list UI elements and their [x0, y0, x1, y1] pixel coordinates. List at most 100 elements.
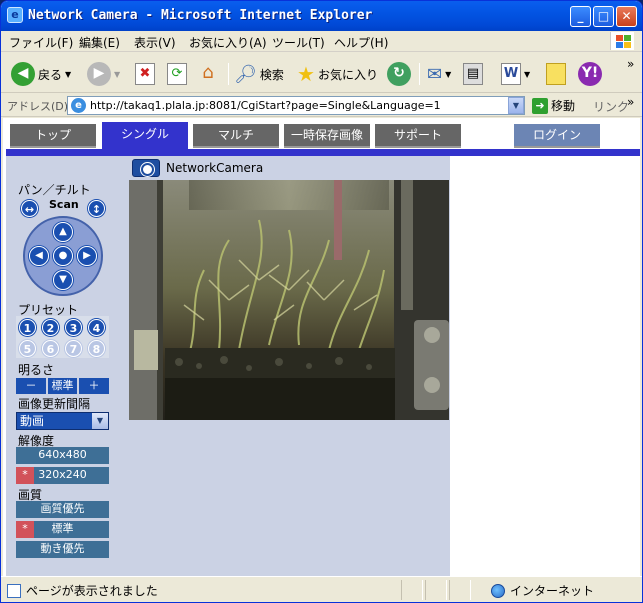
home-position-button[interactable]: ●	[53, 246, 73, 266]
menu-help[interactable]: ヘルプ(H)	[334, 34, 388, 51]
brightness-controls: － 標準 ＋	[16, 378, 109, 394]
tab-single[interactable]: シングル	[102, 122, 188, 150]
status-cell	[425, 580, 447, 600]
minimize-button[interactable]: _	[570, 6, 591, 27]
nav-tabs: トップ シングル マルチ 一時保存画像 サポート ログイン	[3, 118, 640, 158]
preset-5-button[interactable]: 5	[19, 340, 36, 357]
tab-underline	[6, 149, 640, 156]
ie-app-icon: e	[7, 7, 23, 23]
standard-toolbar: ◀ 戻る ▼ ▶ ▼ ✖ ⟳ ⌂ 🔎︎ 検索 ★ お気に入り ↻ ✉ ▼ ▤ W…	[1, 53, 642, 93]
search-icon: 🔎︎	[234, 63, 257, 85]
brightness-standard-button[interactable]: 標準	[48, 378, 77, 394]
camera-icon	[132, 159, 160, 177]
quality-option-label: 画質優先	[40, 502, 85, 515]
preset-1-button[interactable]: 1	[19, 319, 36, 336]
windows-logo-icon	[610, 32, 634, 50]
status-text: ページが表示されました	[26, 584, 158, 598]
menu-view[interactable]: 表示(V)	[134, 34, 176, 51]
forward-dropdown-icon: ▼	[114, 69, 121, 79]
address-label: アドレス(D)	[7, 100, 69, 113]
resolution-option-label: 320x240	[38, 468, 87, 481]
address-url: http://takaq1.plala.jp:8081/CgiStart?pag…	[90, 99, 441, 112]
discuss-button[interactable]	[546, 61, 566, 87]
quality-standard-button[interactable]: * 標準	[16, 521, 109, 538]
links-chevron-icon[interactable]: »	[627, 95, 634, 109]
brightness-minus-button[interactable]: －	[16, 378, 46, 394]
forward-button[interactable]: ▶ ▼	[87, 61, 120, 87]
tab-top[interactable]: トップ	[10, 124, 96, 148]
quality-option-label: 動き優先	[40, 542, 85, 555]
back-dropdown-icon: ▼	[65, 69, 72, 79]
resolution-320-button[interactable]: * 320x240	[16, 467, 109, 484]
menu-edit[interactable]: 編集(E)	[79, 34, 120, 51]
edit-button[interactable]: W ▼	[501, 61, 530, 87]
camera-panel: NetworkCamera	[128, 156, 450, 576]
refresh-interval-select[interactable]: 動画 ▼	[16, 412, 109, 430]
vertical-scan-icon[interactable]: ↕	[88, 200, 105, 217]
motion-priority-button[interactable]: 動き優先	[16, 541, 109, 558]
preset-3-button[interactable]: 3	[65, 319, 82, 336]
single-view: パン／チルト ↔ Scan ↕ ▲ ◀ ● ▶ ▼ プリセット 1 2 3 4	[6, 156, 640, 576]
search-button[interactable]: 🔎︎ 検索	[234, 61, 284, 87]
title-bar[interactable]: e Network Camera - Microsoft Internet Ex…	[1, 1, 642, 31]
scan-label: Scan	[49, 198, 79, 211]
maximize-button[interactable]: □	[593, 6, 614, 27]
menu-file[interactable]: ファイル(F)	[9, 34, 73, 51]
go-button[interactable]: ➜ 移動	[532, 97, 575, 114]
history-button[interactable]: ↻	[387, 61, 411, 87]
stop-button[interactable]: ✖	[135, 61, 155, 87]
back-button[interactable]: ◀ 戻る ▼	[11, 61, 71, 87]
tab-login[interactable]: ログイン	[514, 124, 600, 148]
preset-8-button[interactable]: 8	[88, 340, 105, 357]
pan-tilt-pad: ▲ ◀ ● ▶ ▼	[23, 216, 103, 296]
links-button[interactable]: リンク	[593, 98, 629, 115]
print-button[interactable]: ▤	[463, 61, 483, 87]
address-dropdown-icon[interactable]: ▼	[508, 97, 524, 114]
security-zone-label: インターネット	[510, 584, 595, 598]
close-button[interactable]: ✕	[616, 6, 637, 27]
control-sidebar: パン／チルト ↔ Scan ↕ ▲ ◀ ● ▶ ▼ プリセット 1 2 3 4	[6, 156, 128, 576]
favorites-button[interactable]: ★ お気に入り	[297, 61, 378, 87]
chevron-down-icon[interactable]: ▼	[92, 413, 108, 429]
menu-tools[interactable]: ツール(T)	[272, 34, 325, 51]
refresh-button[interactable]: ⟳	[167, 61, 187, 87]
printer-icon: ▤	[463, 63, 483, 85]
home-button[interactable]: ⌂	[198, 61, 218, 87]
pan-left-button[interactable]: ◀	[29, 246, 49, 266]
tab-multi[interactable]: マルチ	[193, 124, 279, 148]
messenger-button[interactable]: Y!	[578, 61, 602, 87]
browser-window: e Network Camera - Microsoft Internet Ex…	[0, 0, 643, 603]
brightness-plus-button[interactable]: ＋	[79, 378, 109, 394]
history-icon: ↻	[387, 62, 411, 86]
back-arrow-icon: ◀	[11, 62, 35, 86]
tab-support[interactable]: サポート	[375, 124, 461, 148]
menu-favorites[interactable]: お気に入り(A)	[189, 34, 267, 51]
horizontal-scan-icon[interactable]: ↔	[21, 200, 38, 217]
preset-grid: 1 2 3 4 5 6 7 8	[16, 316, 109, 358]
toolbar-chevron-icon[interactable]: »	[627, 57, 634, 71]
toolbar-divider	[419, 63, 420, 85]
forward-arrow-icon: ▶	[87, 62, 111, 86]
brightness-label: 明るさ	[18, 363, 55, 377]
preset-7-button[interactable]: 7	[65, 340, 82, 357]
mail-button[interactable]: ✉ ▼	[427, 61, 451, 87]
quality-priority-button[interactable]: 画質優先	[16, 501, 109, 518]
stop-icon: ✖	[135, 63, 155, 85]
camera-feed-image[interactable]	[129, 180, 449, 420]
status-cell	[401, 580, 423, 600]
preset-2-button[interactable]: 2	[42, 319, 59, 336]
pan-right-button[interactable]: ▶	[77, 246, 97, 266]
status-bar: ページが表示されました インターネット	[1, 576, 642, 602]
preset-4-button[interactable]: 4	[88, 319, 105, 336]
aquarium-image	[129, 180, 449, 420]
tab-saved-images[interactable]: 一時保存画像	[284, 124, 370, 148]
address-input[interactable]: e http://takaq1.plala.jp:8081/CgiStart?p…	[67, 96, 525, 115]
menu-bar: ファイル(F) 編集(E) 表示(V) お気に入り(A) ツール(T) ヘルプ(…	[1, 31, 642, 52]
resolution-640-button[interactable]: 640x480	[16, 447, 109, 464]
refresh-interval-value: 動画	[20, 414, 45, 428]
tilt-up-button[interactable]: ▲	[53, 222, 73, 242]
messenger-icon: Y!	[578, 62, 602, 86]
tilt-down-button[interactable]: ▼	[53, 270, 73, 290]
preset-6-button[interactable]: 6	[42, 340, 59, 357]
selected-marker: *	[16, 521, 34, 538]
